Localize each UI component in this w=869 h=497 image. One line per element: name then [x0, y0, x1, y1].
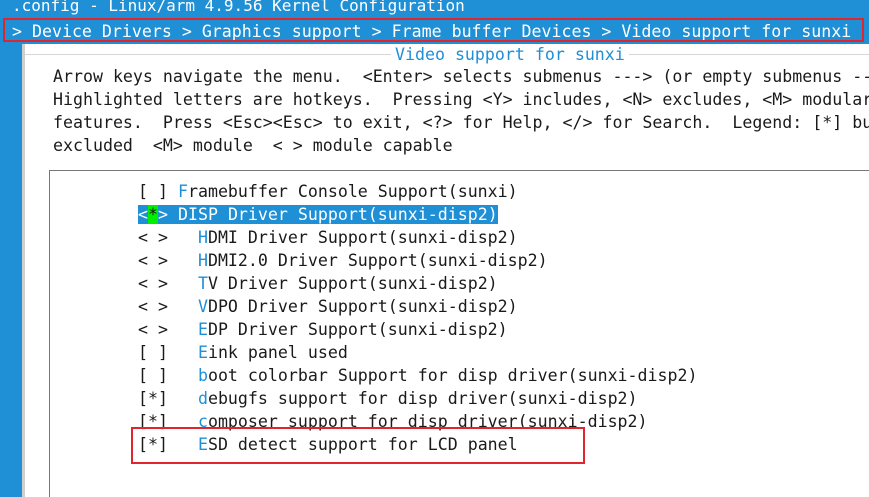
menu-item[interactable]: [*] composer support for disp driver(sun… — [138, 410, 648, 433]
menu-item[interactable]: < > VDPO Driver Support(sunxi-disp2) — [138, 295, 518, 318]
menu-item-hotkey: c — [197, 412, 208, 431]
menu-item-hotkey: b — [197, 366, 208, 385]
menu-item-hotkey: T — [197, 274, 208, 293]
menu-item-hotkey: V — [197, 297, 208, 316]
menu-item-state[interactable]: * — [148, 205, 158, 224]
menu-item-state[interactable]: < > — [138, 274, 178, 293]
menu-item-state[interactable]: < > — [138, 251, 178, 270]
menu-item[interactable]: < > EDP Driver Support(sunxi-disp2) — [138, 318, 508, 341]
menu-item-state[interactable]: [*] — [138, 389, 178, 408]
menu-item-hotkey: d — [197, 389, 208, 408]
menu-item-label: SD detect support for LCD panel — [207, 435, 518, 454]
menu-item-state[interactable]: [*] — [138, 435, 178, 454]
menu-item-hotkey: E — [197, 320, 208, 339]
menu-item-label: ramebuffer Console Support(sunxi) — [187, 182, 518, 201]
menu-item-state[interactable]: [*] — [138, 412, 178, 431]
help-text-line-1: Arrow keys navigate the menu. <Enter> se… — [53, 67, 869, 86]
menu-item-state-open[interactable]: < — [138, 205, 148, 224]
menu-item-state[interactable]: < > — [138, 228, 178, 247]
menu-item-state-close[interactable]: > — [158, 205, 178, 224]
menu-item-indent — [178, 320, 198, 339]
help-text-line-4: excluded <M> module < > module capable — [53, 136, 453, 155]
menu-item[interactable]: [ ] Framebuffer Console Support(sunxi) — [138, 180, 518, 203]
menu-item-label: DMI Driver Support(sunxi-disp2) — [207, 228, 518, 247]
menu-item[interactable]: <*> DISP Driver Support(sunxi-disp2) — [138, 203, 498, 226]
menu-item-label: oot colorbar Support for disp driver(sun… — [207, 366, 698, 385]
menu-item-state[interactable]: < > — [138, 297, 178, 316]
menu-item-indent — [178, 412, 198, 431]
menu-item-state[interactable]: [ ] — [138, 343, 178, 362]
menu-item-state[interactable]: [ ] — [138, 366, 178, 385]
menu-item-indent — [178, 435, 198, 454]
menu-item[interactable]: [ ] boot colorbar Support for disp drive… — [138, 364, 697, 387]
menu-item-indent — [178, 297, 198, 316]
help-text-line-3: features. Press <Esc><Esc> to exit, <?> … — [53, 113, 869, 132]
dialog-title: Video support for sunxi — [391, 44, 629, 66]
menu-item-indent — [178, 343, 198, 362]
menu-item[interactable]: [ ] Eink panel used — [138, 341, 348, 364]
menu-item[interactable]: < > HDMI Driver Support(sunxi-disp2) — [138, 226, 518, 249]
menu-item-label: ISP Driver Support(sunxi-disp2) — [187, 205, 498, 224]
menu-item-hotkey: H — [197, 228, 208, 247]
menu-item-label: DMI2.0 Driver Support(sunxi-disp2) — [207, 251, 548, 270]
menu-item-hotkey: F — [177, 182, 188, 201]
menu-item-hotkey: E — [197, 435, 208, 454]
menu-item-state[interactable]: < > — [138, 320, 178, 339]
menu-item-indent — [178, 366, 198, 385]
menu-item[interactable]: [*] debugfs support for disp driver(sunx… — [138, 387, 638, 410]
menu-item-state[interactable]: [ ] — [138, 182, 178, 201]
menu-item-indent — [178, 274, 198, 293]
menu-item-indent — [178, 389, 198, 408]
menu-item-label: ink panel used — [207, 343, 348, 362]
menu-item-hotkey: H — [197, 251, 208, 270]
menu-item-indent — [178, 228, 198, 247]
window-title: .config - Linux/arm 4.9.56 Kernel Config… — [12, 0, 465, 15]
menu-item[interactable]: < > HDMI2.0 Driver Support(sunxi-disp2) — [138, 249, 548, 272]
help-text-line-2: Highlighted letters are hotkeys. Pressin… — [53, 90, 869, 109]
menu-item-label: DP Driver Support(sunxi-disp2) — [207, 320, 508, 339]
menu-item-hotkey: E — [197, 343, 208, 362]
menu-item-hotkey: D — [177, 205, 188, 224]
breadcrumb: > Device Drivers > Graphics support > Fr… — [12, 22, 852, 41]
menu-item-label: ebugfs support for disp driver(sunxi-dis… — [207, 389, 638, 408]
menu-item-indent — [178, 251, 198, 270]
menu-item[interactable]: < > TV Driver Support(sunxi-disp2) — [138, 272, 498, 295]
menu-item[interactable]: [*] ESD detect support for LCD panel — [138, 433, 518, 456]
menu-item-label: omposer support for disp driver(sunxi-di… — [207, 412, 648, 431]
menu-item-label: V Driver Support(sunxi-disp2) — [207, 274, 498, 293]
menu-item-label: DPO Driver Support(sunxi-disp2) — [207, 297, 518, 316]
